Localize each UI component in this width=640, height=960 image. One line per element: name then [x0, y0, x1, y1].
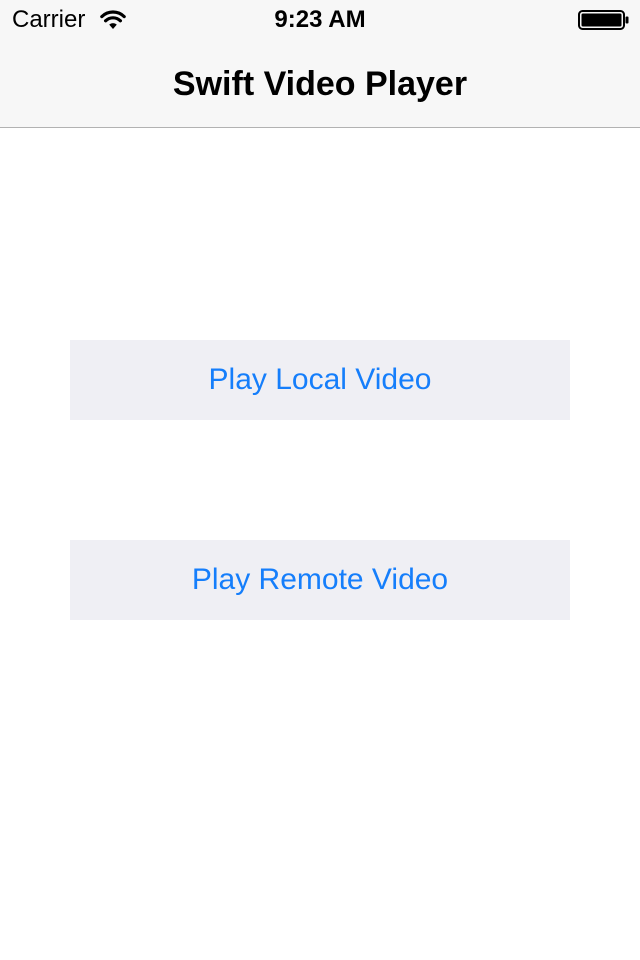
battery-icon [578, 10, 630, 30]
status-time: 9:23 AM [274, 6, 366, 33]
navigation-header: Carrier 9:23 AM Swift Video Player [0, 0, 640, 128]
status-bar: Carrier 9:23 AM [0, 0, 640, 40]
play-remote-video-button[interactable]: Play Remote Video [70, 540, 570, 620]
play-local-video-button[interactable]: Play Local Video [70, 340, 570, 420]
page-title: Swift Video Player [172, 65, 468, 103]
